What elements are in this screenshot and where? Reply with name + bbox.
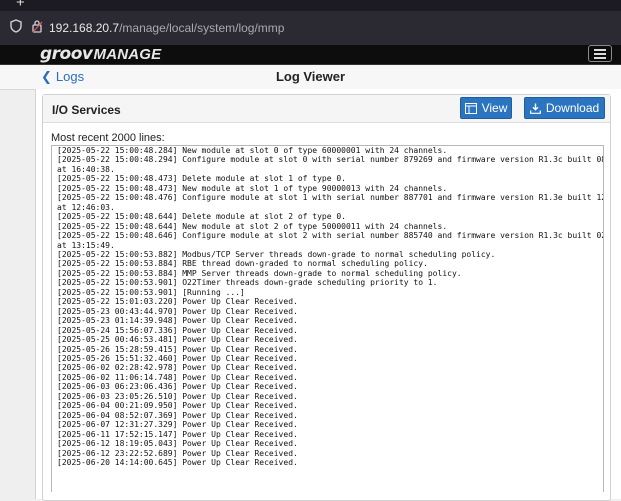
eye-icon — [464, 102, 477, 114]
log-card: I/O Services View Download Most recent 2… — [42, 94, 611, 501]
log-line: [2025-05-23 01:14:39.948] Power Up Clear… — [57, 316, 298, 326]
view-label: View — [481, 101, 508, 115]
log-line: [2025-05-26 15:51:32.460] Power Up Clear… — [57, 353, 298, 363]
log-line: [2025-05-22 15:00:48.294] Configure modu… — [57, 155, 604, 165]
log-line: [2025-05-26 15:28:59.415] Power Up Clear… — [57, 344, 298, 354]
log-line: [2025-06-11 17:52:15.147] Power Up Clear… — [57, 429, 298, 439]
browser-tab-strip: + — [0, 0, 621, 11]
log-line: [2025-06-04 00:21:09.950] Power Up Clear… — [57, 401, 298, 411]
log-line: [2025-05-22 15:00:53.884] MMP Server thr… — [57, 268, 462, 278]
log-card-header: I/O Services View Download — [43, 95, 610, 123]
log-line: [2025-05-22 15:00:48.646] Configure modu… — [57, 231, 604, 241]
log-line: at 12:46:03. — [57, 202, 115, 212]
log-line: [2025-05-22 15:00:48.476] Configure modu… — [57, 193, 604, 203]
log-line: [2025-05-22 15:00:53.882] Modbus/TCP Ser… — [57, 249, 496, 259]
page-subheader: ❮ Logs Log Viewer — [0, 65, 621, 90]
log-line: [2025-06-20 14:14:00.645] Power Up Clear… — [57, 457, 298, 467]
content-area: I/O Services View Download Most recent 2… — [35, 89, 621, 501]
log-line: [2025-05-22 15:00:48.644] New module at … — [57, 221, 448, 231]
log-line: [2025-05-22 15:00:53.901] [Running ...] — [57, 287, 245, 297]
log-line: [2025-05-22 15:00:48.284] New module at … — [57, 146, 448, 155]
log-text: [2025-05-22 15:00:48.284] New module at … — [52, 146, 603, 467]
view-button[interactable]: View — [460, 97, 512, 119]
url-path: /manage/local/system/log/mmp — [119, 21, 285, 35]
log-line: at 16:40:38. — [57, 164, 115, 174]
app-header: groovMANAGE — [0, 44, 621, 65]
groov-manage-logo[interactable]: groovMANAGE — [40, 44, 161, 64]
line-count-label: Most recent 2000 lines: — [51, 132, 165, 144]
log-line: [2025-05-25 00:46:53.481] Power Up Clear… — [57, 335, 298, 345]
log-line: [2025-05-22 15:00:53.884] RBE thread dow… — [57, 259, 428, 269]
shield-icon[interactable] — [10, 19, 22, 38]
download-button[interactable]: Download — [524, 97, 605, 119]
log-line: [2025-06-03 23:05:26.510] Power Up Clear… — [57, 391, 298, 401]
log-line: [2025-05-22 15:00:53.901] O22Timer threa… — [57, 278, 438, 288]
log-line: [2025-06-07 12:31:27.329] Power Up Clear… — [57, 420, 298, 430]
download-icon — [529, 103, 541, 114]
log-line: [2025-05-22 15:00:48.473] New module at … — [57, 183, 448, 193]
new-tab-button[interactable]: + — [16, 0, 25, 10]
log-line: [2025-05-22 15:00:48.644] Delete module … — [57, 212, 346, 222]
card-title: I/O Services — [52, 103, 121, 117]
log-line: [2025-05-22 15:00:48.473] Delete module … — [57, 174, 346, 184]
log-line: [2025-05-23 00:43:44.970] Power Up Clear… — [57, 306, 298, 316]
browser-url-bar: 192.168.20.7/manage/local/system/log/mmp — [0, 11, 621, 45]
log-output[interactable]: [2025-05-22 15:00:48.284] New module at … — [51, 145, 604, 492]
log-line: [2025-05-24 15:56:07.336] Power Up Clear… — [57, 325, 298, 335]
log-line: at 13:15:49. — [57, 240, 115, 250]
log-line: [2025-06-02 11:06:14.748] Power Up Clear… — [57, 372, 298, 382]
url-host: 192.168.20.7 — [49, 21, 120, 35]
page-title: Log Viewer — [275, 69, 346, 84]
url-input[interactable]: 192.168.20.7/manage/local/system/log/mmp — [49, 21, 284, 35]
log-line: [2025-06-02 02:28:42.978] Power Up Clear… — [57, 363, 298, 373]
log-line: [2025-06-12 23:22:52.689] Power Up Clear… — [57, 448, 298, 458]
log-line: [2025-06-04 08:52:07.369] Power Up Clear… — [57, 410, 298, 420]
hamburger-menu-icon[interactable] — [588, 45, 612, 62]
lock-icon[interactable] — [31, 19, 44, 38]
log-line: [2025-06-12 18:19:05.043] Power Up Clear… — [57, 439, 298, 449]
log-line: [2025-06-03 06:23:06.436] Power Up Clear… — [57, 382, 298, 392]
download-label: Download — [545, 101, 600, 115]
log-line: [2025-05-22 15:01:03.220] Power Up Clear… — [57, 297, 298, 307]
